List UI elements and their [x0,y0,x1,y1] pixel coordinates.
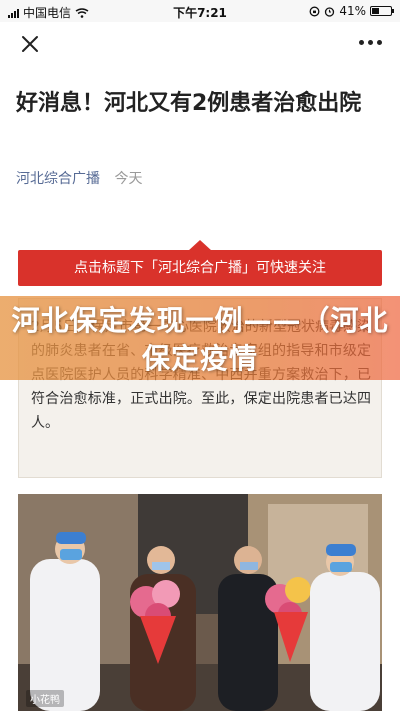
battery-icon [370,6,394,16]
nav-bar [0,22,400,66]
close-icon[interactable] [18,32,42,56]
photo-illustration [18,494,382,711]
follow-banner[interactable]: 点击标题下「河北综合广播」可快速关注 [18,240,382,286]
status-bar: 中国电信 下午7:21 41% [0,0,400,22]
alarm-icon [325,6,335,17]
article-title: 好消息！河北又有2例患者治愈出院 [16,91,362,116]
more-icon[interactable] [359,40,382,45]
battery-percent: 41% [339,4,366,18]
article-meta: 河北综合广播 今天 [16,168,142,188]
author-link[interactable]: 河北综合广播 [16,171,100,187]
watermark: 小花鸭 [26,690,64,707]
overlay-headline: 河北保定发现一例——（河北保定疫情 [0,296,400,380]
article-photo: 小花鸭 [18,494,382,711]
orientation-lock-icon [309,6,320,16]
publish-date: 今天 [114,171,143,187]
watermark-text: 小花鸭 [30,695,60,706]
